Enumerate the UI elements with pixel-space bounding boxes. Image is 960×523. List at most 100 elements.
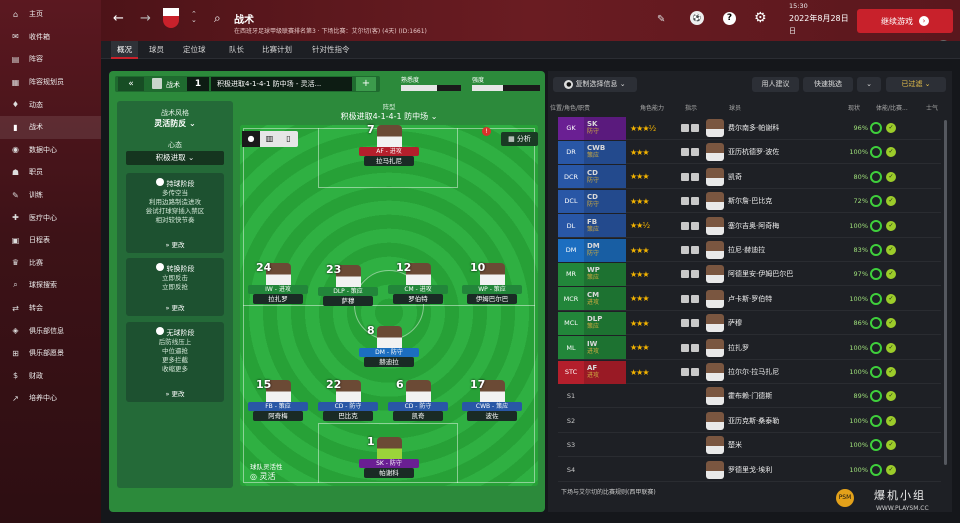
instructions-icon[interactable] — [678, 458, 702, 481]
tab-3[interactable]: 队长 — [223, 41, 250, 59]
phase-change-button[interactable]: » 更改 — [126, 302, 224, 312]
player-role[interactable]: CD - 防守 — [318, 402, 378, 411]
help-icon[interactable]: ? — [723, 12, 736, 25]
sidebar-item[interactable]: ⇄ 转会 — [0, 297, 101, 320]
instructions-icon[interactable] — [678, 214, 702, 237]
sidebar-item[interactable]: ↗ 培养中心 — [0, 387, 101, 410]
role-cell[interactable]: CD 防守 — [584, 189, 626, 213]
quick-pick-button[interactable]: 快速挑选 — [803, 77, 853, 92]
sidebar-item[interactable]: ▤ 阵容 — [0, 48, 101, 71]
player-role[interactable]: CWB - 策应 — [462, 402, 522, 411]
player-role[interactable]: CM - 进攻 — [388, 285, 448, 294]
table-row[interactable]: DCL CD 防守 ★★★ 斯尔詹·巴比克 72% ✓ — [558, 189, 941, 214]
settings-icon[interactable]: ⚙ — [754, 10, 767, 26]
phase-change-button[interactable]: » 更改 — [126, 239, 224, 249]
role-cell[interactable]: WP 策应 — [584, 262, 626, 286]
role-cell[interactable]: CWB 策应 — [584, 140, 626, 164]
copy-selection-button[interactable]: ● 复制选择信息 ⌄ — [553, 77, 637, 92]
tab-5[interactable]: 针对性指令 — [306, 41, 356, 59]
sidebar-item[interactable]: ⌂ 主页 — [0, 3, 101, 26]
instructions-icon[interactable] — [678, 239, 702, 262]
player-name[interactable]: 拉尔尔·拉马扎尼 — [728, 367, 818, 377]
col-instructions[interactable]: 指示 — [685, 103, 697, 112]
player-name[interactable]: 费尔南多·帕谢科 — [728, 123, 818, 133]
player-role[interactable]: DM - 防守 — [359, 348, 419, 357]
style-select[interactable]: 灵活防反 ⌄ — [117, 118, 233, 129]
table-row[interactable]: MCL DLP 策应 ★★★ 萨穆 86% ✓ — [558, 311, 941, 336]
tab-4[interactable]: 比赛计划 — [256, 41, 298, 59]
filter-button[interactable]: 已过滤 ⌄ — [886, 77, 946, 92]
instructions-icon[interactable] — [678, 263, 702, 286]
tactic-name-select[interactable]: 积极进取4-1-4-1 防中场 - 灵活... — [211, 77, 352, 91]
phase-card[interactable]: 持球阶段 多传空当 利用边路制造进攻 尝试打球穿插入禁区 相对较快节奏 » 更改 — [126, 173, 224, 253]
instructions-icon[interactable] — [678, 165, 702, 188]
col-state[interactable]: 现状 — [848, 103, 860, 112]
table-row[interactable]: ML IW 进攻 ★★★ 拉扎罗 100% ✓ — [558, 336, 941, 360]
sidebar-item[interactable]: $ 财政 — [0, 365, 101, 388]
instructions-icon[interactable] — [678, 336, 702, 359]
advice-button[interactable]: 用人建议 — [752, 77, 799, 92]
player-name[interactable]: 阿德里安·伊姆巴尔巴 — [728, 269, 818, 279]
table-row[interactable]: DL FB 策应 ★★½ 塞尔吉奥·阿奇梅 100% ✓ — [558, 214, 941, 238]
player-name[interactable]: 斯尔詹·巴比克 — [728, 196, 818, 206]
player-name[interactable]: 亚历克斯·桑泰勒 — [728, 416, 818, 426]
sidebar-item[interactable]: ✉ 收件箱 — [0, 26, 101, 49]
sidebar-item[interactable]: ◈ 俱乐部信息 — [0, 319, 101, 342]
mentality-select[interactable]: 积极进取 ⌄ — [126, 151, 224, 165]
table-row[interactable]: S3 楚米 100% ✓ — [558, 434, 941, 458]
tab-0[interactable]: 概况 — [111, 41, 138, 59]
player-name[interactable]: 罗德里戈·埃利 — [728, 465, 818, 475]
sidebar-item[interactable]: ▦ 阵容规划员 — [0, 71, 101, 94]
tab-2[interactable]: 定位球 — [177, 41, 212, 59]
table-row[interactable]: S2 亚历克斯·桑泰勒 100% ✓ — [558, 410, 941, 433]
role-cell[interactable]: FB 策应 — [584, 214, 626, 238]
formation-select[interactable]: 积极进取4-1-4-1 防中场 ⌄ — [240, 111, 538, 122]
role-cell[interactable] — [584, 385, 626, 408]
fm-icon[interactable]: ⚽ — [690, 11, 704, 25]
player-role[interactable]: DLP - 策应 — [318, 287, 378, 296]
table-row[interactable]: DM DM 防守 ★★★ 拉尼·赫迪拉 83% ✓ — [558, 238, 941, 262]
col-player[interactable]: 球员 — [729, 103, 741, 112]
player-role[interactable]: AF - 进攻 — [359, 147, 419, 156]
forward-icon[interactable]: → — [140, 11, 151, 26]
player-role[interactable]: IW - 进攻 — [248, 285, 308, 294]
edit-icon[interactable]: ✎ — [657, 14, 665, 25]
role-cell[interactable]: CD 防守 — [584, 165, 626, 189]
sidebar-item[interactable]: ▣ 日程表 — [0, 229, 101, 252]
role-cell[interactable]: DM 防守 — [584, 238, 626, 262]
sidebar-item[interactable]: ⌕ 球探搜索 — [0, 274, 101, 297]
role-cell[interactable] — [584, 409, 626, 432]
table-row[interactable]: DR CWB 策应 ★★★ 亚历杭德罗·波佐 100% ✓ — [558, 140, 941, 165]
search-icon[interactable]: ⌕ — [214, 11, 221, 26]
add-tactic-button[interactable]: + — [356, 77, 376, 91]
col-morale[interactable]: 士气 — [926, 103, 938, 112]
player-role[interactable]: FB - 策应 — [248, 402, 308, 411]
player-name[interactable]: 凯奇 — [728, 172, 818, 182]
warning-icon[interactable]: ! — [482, 127, 491, 136]
role-cell[interactable]: CM 进攻 — [584, 287, 626, 311]
player-name[interactable]: 萨穆 — [728, 318, 818, 328]
instructions-icon[interactable] — [678, 312, 702, 335]
sidebar-item[interactable]: ⊞ 俱乐部愿景 — [0, 342, 101, 365]
table-row[interactable]: STC AF 进攻 ★★★ 拉尔尔·拉马扎尼 100% ✓ — [558, 360, 941, 384]
instructions-icon[interactable] — [678, 361, 702, 384]
role-cell[interactable]: SK 防守 — [584, 116, 626, 140]
instructions-icon[interactable] — [678, 117, 702, 140]
instructions-icon[interactable] — [678, 434, 702, 457]
tactic-slot[interactable]: 1 — [187, 77, 209, 91]
role-cell[interactable] — [584, 458, 626, 481]
player-role[interactable]: SK - 防守 — [359, 459, 419, 468]
table-row[interactable]: DCR CD 防守 ★★★ 凯奇 80% ✓ — [558, 165, 941, 189]
instructions-icon[interactable] — [678, 190, 702, 213]
tab-1[interactable]: 球员 — [143, 41, 170, 59]
table-row[interactable]: S4 罗德里戈·埃利 100% ✓ — [558, 459, 941, 482]
player-name[interactable]: 拉扎罗 — [728, 343, 818, 353]
stats-view-icon[interactable]: ▥ — [260, 131, 279, 147]
collapse-icon[interactable]: « — [118, 77, 144, 91]
player-name[interactable]: 楚米 — [728, 440, 818, 450]
role-view-icon[interactable]: ▯ — [279, 131, 298, 147]
table-row[interactable]: S1 霍布赖·门德斯 89% ✓ — [558, 385, 941, 409]
phase-card[interactable]: 无球阶段 后防线压上 中位逼抢 更多拦截 收缩更多 » 更改 — [126, 322, 224, 402]
col-ability[interactable]: 角色能力 — [640, 103, 664, 112]
instructions-icon[interactable] — [678, 287, 702, 310]
